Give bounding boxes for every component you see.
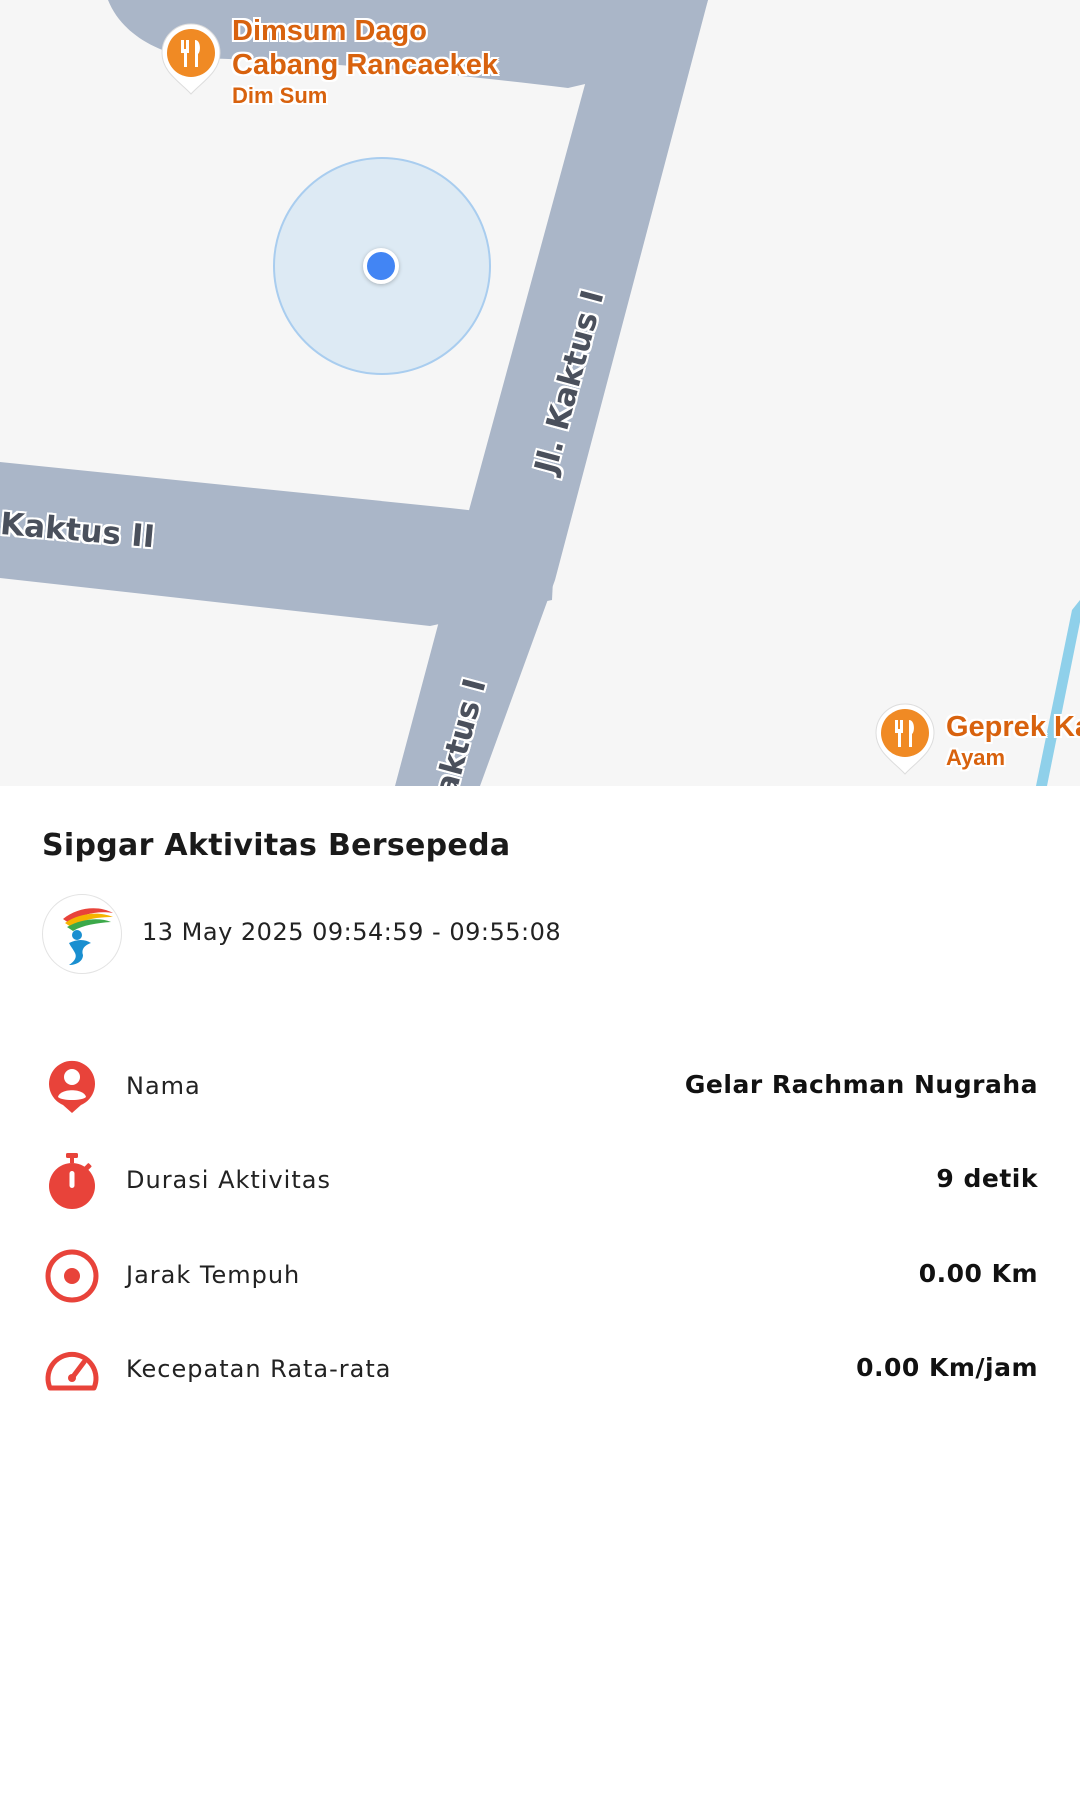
restaurant-icon bbox=[875, 703, 935, 775]
restaurant-icon bbox=[161, 23, 221, 95]
stat-row-kecepatan: Kecepatan Rata-rata 0.00 Km/jam bbox=[42, 1335, 1038, 1405]
stat-value: Gelar Rachman Nugraha bbox=[684, 1070, 1038, 1099]
poi-category: Ayam bbox=[946, 745, 1006, 770]
poi-name-line1: Dimsum Dago bbox=[232, 15, 427, 47]
stopwatch-icon bbox=[49, 1153, 95, 1209]
map-view[interactable]: Jl. Kaktus I Kaktus II aktus I Dimsum Da… bbox=[0, 0, 1080, 786]
stat-label: Nama bbox=[126, 1072, 201, 1100]
stat-label: Durasi Aktivitas bbox=[126, 1166, 331, 1194]
map-roads bbox=[0, 0, 1080, 786]
current-location-dot bbox=[363, 248, 399, 284]
stat-row-durasi: Durasi Aktivitas 9 detik bbox=[42, 1146, 1038, 1216]
stat-row-jarak: Jarak Tempuh 0.00 Km bbox=[42, 1241, 1038, 1311]
stat-row-nama: Nama Gelar Rachman Nugraha bbox=[42, 1052, 1038, 1122]
activity-title: Sipgar Aktivitas Bersepeda bbox=[42, 828, 511, 863]
poi-category: Dim Sum bbox=[232, 83, 328, 108]
poi-name-line2: Cabang Rancaekek bbox=[232, 49, 498, 81]
stat-label: Jarak Tempuh bbox=[126, 1261, 301, 1289]
speedometer-icon bbox=[45, 1351, 99, 1391]
stat-value: 9 detik bbox=[936, 1164, 1038, 1193]
target-icon bbox=[45, 1249, 99, 1303]
stat-value: 0.00 Km bbox=[918, 1259, 1038, 1288]
activity-datetime: 13 May 2025 09:54:59 - 09:55:08 bbox=[142, 918, 562, 946]
stat-value: 0.00 Km/jam bbox=[856, 1353, 1038, 1382]
sipgar-logo bbox=[42, 894, 122, 974]
stat-label: Kecepatan Rata-rata bbox=[126, 1355, 392, 1383]
person-pin-icon bbox=[49, 1060, 95, 1113]
poi-name-line1: Geprek Ka bbox=[946, 711, 1080, 743]
activity-panel: Sipgar Aktivitas Bersepeda 13 May 2025 0… bbox=[0, 786, 1080, 1798]
